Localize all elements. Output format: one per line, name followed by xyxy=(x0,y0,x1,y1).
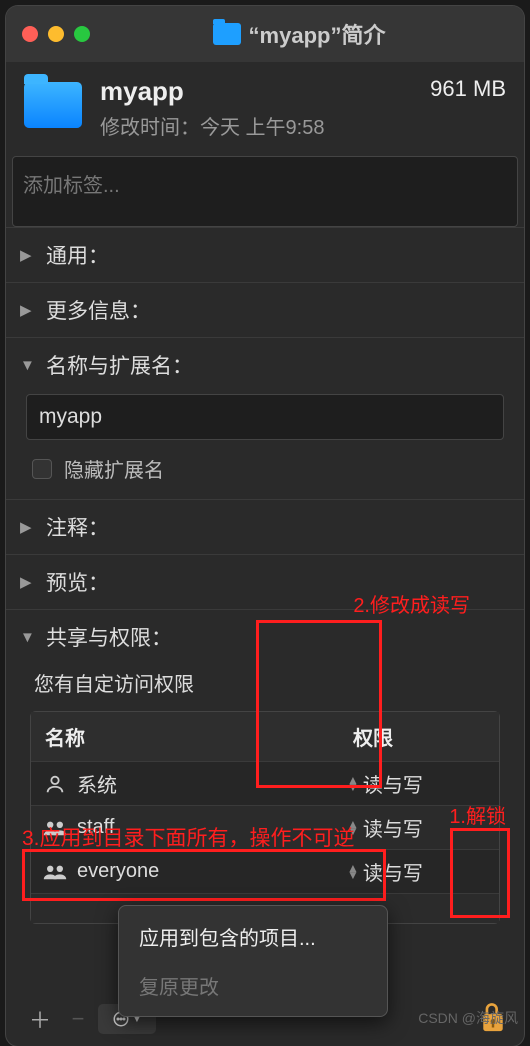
annotation-text: 2.修改成读写 xyxy=(353,589,470,618)
folder-icon xyxy=(213,23,241,45)
section-name-ext[interactable]: ▼名称与扩展名： xyxy=(6,337,524,392)
hide-extension-label: 隐藏扩展名 xyxy=(64,454,164,483)
item-size: 961 MB xyxy=(430,76,506,102)
chevron-down-icon: ▼ xyxy=(20,629,38,646)
get-info-window: “myapp”简介 myapp 修改时间：今天 上午9:58 961 MB 添加… xyxy=(6,6,524,1046)
zoom-button[interactable] xyxy=(74,26,90,42)
chevron-right-icon: ▶ xyxy=(20,573,38,591)
annotation-text: 1.解锁 xyxy=(449,800,506,829)
traffic-lights xyxy=(22,26,90,42)
column-privilege: 权限 xyxy=(339,712,499,761)
close-button[interactable] xyxy=(22,26,38,42)
folder-icon xyxy=(24,82,82,128)
action-menu: 应用到包含的项目... 复原更改 xyxy=(118,905,388,1017)
stepper-icon: ▲▼ xyxy=(347,865,359,879)
name-input[interactable] xyxy=(26,394,504,440)
chevron-right-icon: ▶ xyxy=(20,246,38,264)
permission-message: 您有自定访问权限 xyxy=(34,668,194,697)
header: myapp 修改时间：今天 上午9:58 961 MB xyxy=(6,62,524,150)
annotation-text: 3.应用到目录下面所有，操作不可逆 xyxy=(22,822,355,852)
user-icon xyxy=(43,773,67,795)
chevron-down-icon: ▼ xyxy=(20,357,38,374)
section-comments[interactable]: ▶注释： xyxy=(6,499,524,554)
table-row[interactable]: 系统 ▲▼读与写 xyxy=(31,761,499,805)
section-general[interactable]: ▶通用： xyxy=(6,227,524,282)
group-icon xyxy=(43,862,67,882)
permissions-table: 名称 权限 系统 ▲▼读与写 staff ▲▼读与写 everyone ▲▼读与… xyxy=(30,711,500,924)
menu-revert: 复原更改 xyxy=(125,961,381,1010)
minimize-button[interactable] xyxy=(48,26,64,42)
add-button[interactable]: ＋ xyxy=(22,1004,58,1034)
privilege-select[interactable]: ▲▼读与写 xyxy=(339,762,499,805)
column-name: 名称 xyxy=(31,712,339,761)
privilege-select[interactable]: ▲▼读与写 xyxy=(339,850,499,893)
remove-button[interactable]: − xyxy=(60,1004,96,1034)
titlebar: “myapp”简介 xyxy=(6,6,524,62)
window-title: “myapp”简介 xyxy=(249,18,386,50)
hide-extension-checkbox[interactable] xyxy=(32,459,52,479)
chevron-right-icon: ▶ xyxy=(20,301,38,319)
tags-input[interactable]: 添加标签... xyxy=(12,156,518,227)
item-name: myapp xyxy=(100,76,430,107)
section-more-info[interactable]: ▶更多信息： xyxy=(6,282,524,337)
modified-time: 修改时间：今天 上午9:58 xyxy=(100,111,430,140)
stepper-icon: ▲▼ xyxy=(347,777,359,791)
table-row[interactable]: everyone ▲▼读与写 xyxy=(31,849,499,893)
chevron-right-icon: ▶ xyxy=(20,518,38,536)
watermark: CSDN @海旋风 xyxy=(418,1008,518,1028)
menu-apply-enclosed[interactable]: 应用到包含的项目... xyxy=(125,912,381,961)
